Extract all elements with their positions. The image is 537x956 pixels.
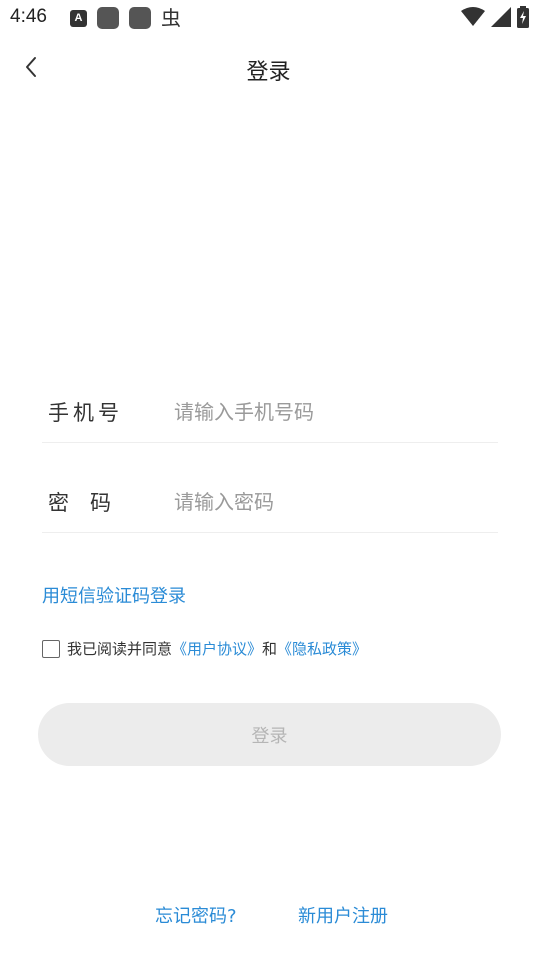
bug-icon: 虫 (161, 6, 181, 30)
status-time: 4:46 (10, 6, 47, 27)
forgot-password-link[interactable]: 忘记密码? (155, 902, 237, 928)
a-notification-icon: A (70, 9, 87, 27)
agreement-prefix: 我已阅读并同意 (67, 640, 173, 658)
password-row: 密 码 (42, 472, 498, 533)
user-agreement-link[interactable]: 《用户协议》 (172, 638, 262, 659)
header: 登录 (0, 44, 537, 94)
phone-label: 手机号 (48, 401, 123, 425)
status-notifications: A 虫 (70, 7, 181, 29)
phone-row: 手机号 (42, 382, 498, 443)
privacy-policy-link[interactable]: 《隐私政策》 (277, 638, 367, 659)
status-system-icons (461, 6, 529, 28)
agreement-row: 我已阅读并同意 《用户协议》 和 《隐私政策》 (42, 638, 367, 659)
signal-icon (491, 7, 511, 27)
page-title: 登录 (246, 60, 291, 85)
agreement-conjunction: 和 (262, 640, 278, 658)
password-input[interactable] (174, 484, 494, 520)
wifi-icon (461, 7, 485, 26)
app-square-icon (129, 7, 151, 29)
battery-charging-icon (517, 6, 529, 28)
phone-input[interactable] (174, 394, 494, 430)
register-link[interactable]: 新用户注册 (298, 902, 388, 928)
password-label: 密 码 (48, 491, 111, 515)
app-square-icon (97, 7, 119, 29)
sms-login-link[interactable]: 用短信验证码登录 (42, 582, 186, 608)
agreement-checkbox[interactable] (42, 639, 60, 658)
login-button[interactable]: 登录 (38, 703, 501, 766)
status-bar: 4:46 A 虫 (0, 0, 537, 36)
